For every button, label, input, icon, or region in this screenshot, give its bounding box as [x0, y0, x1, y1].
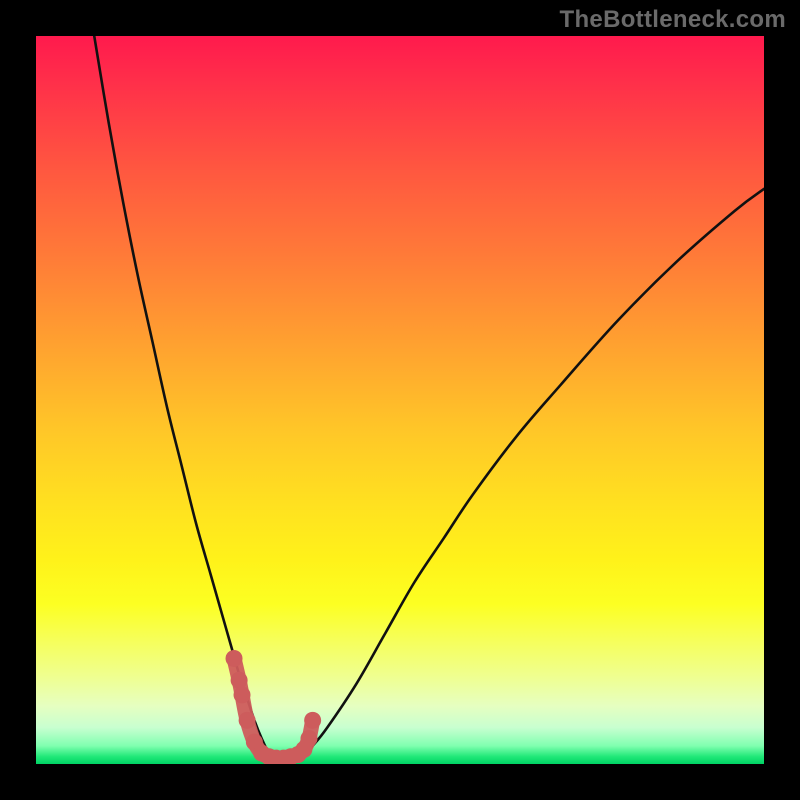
- marker-dot: [231, 672, 248, 689]
- marker-dot: [304, 712, 321, 729]
- curve-layer: [36, 36, 764, 764]
- plot-area: [36, 36, 764, 764]
- marker-dot: [226, 650, 243, 667]
- bottleneck-curve: [94, 36, 764, 760]
- watermark-text: TheBottleneck.com: [560, 6, 786, 34]
- chart-frame: TheBottleneck.com: [0, 0, 800, 800]
- data-markers: [226, 650, 322, 764]
- marker-dot: [239, 712, 256, 729]
- curve-right-branch: [276, 189, 764, 761]
- marker-dot: [234, 686, 251, 703]
- marker-dot: [301, 730, 318, 747]
- curve-left-branch: [94, 36, 276, 760]
